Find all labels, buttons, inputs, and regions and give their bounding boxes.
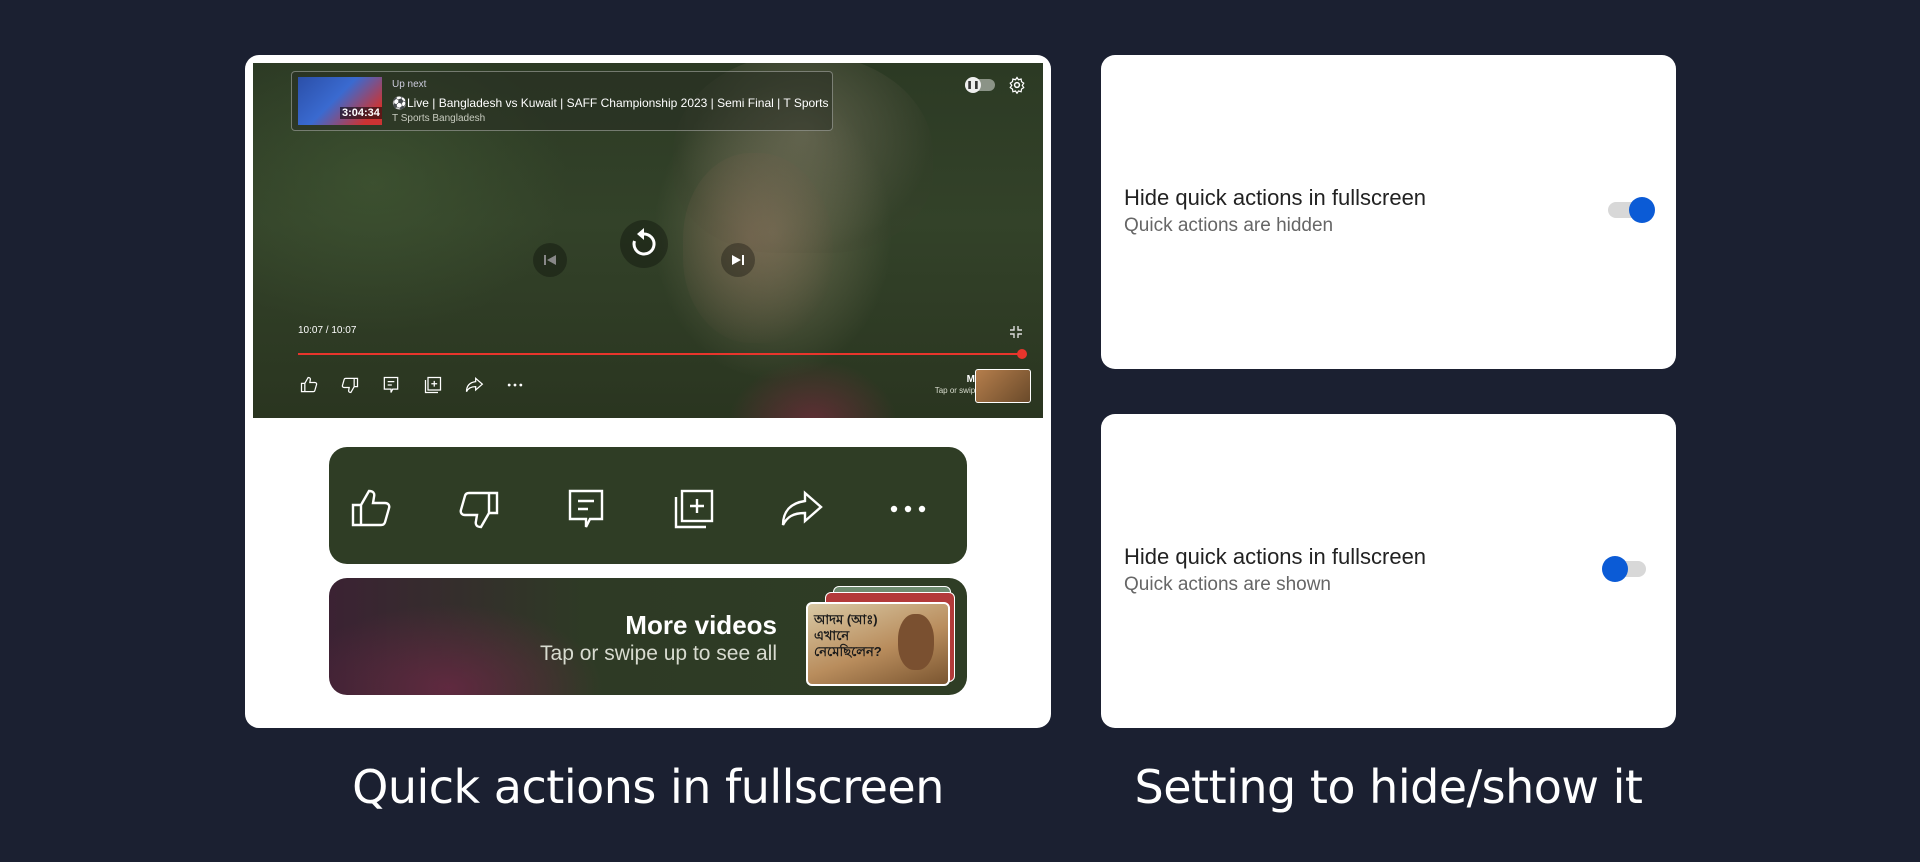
quick-actions-preview-card: 3:04:34 Up next ⚽Live | Bangladesh vs Ku… (245, 55, 1051, 728)
like-icon[interactable] (347, 485, 395, 533)
progress-scrubber[interactable] (1017, 349, 1027, 359)
more-options-icon[interactable] (884, 485, 932, 533)
setting-title: Hide quick actions in fullscreen (1124, 544, 1427, 569)
hide-quick-actions-toggle[interactable] (1608, 197, 1655, 223)
autoplay-toggle[interactable]: ❚❚ (965, 77, 995, 93)
setting-subtitle: Quick actions are shown (1124, 574, 1331, 595)
save-to-playlist-icon[interactable] (670, 485, 718, 533)
caption-right: Setting to hide/show it (1134, 760, 1643, 814)
up-next-label: Up next (392, 79, 427, 90)
toggle-knob (1602, 556, 1628, 582)
skip-next-icon (732, 255, 744, 265)
progress-bar[interactable] (298, 349, 1027, 359)
up-next-duration: 3:04:34 (340, 107, 382, 119)
setting-card-shown: Hide quick actions in fullscreen Quick a… (1101, 414, 1676, 728)
like-icon[interactable] (299, 375, 319, 395)
thumbnail-text: আদম (আঃ) এখানে নেমেছিলেন? (814, 612, 882, 659)
up-next-channel: T Sports Bangladesh (392, 113, 486, 124)
gear-icon[interactable] (1008, 76, 1026, 94)
share-icon[interactable] (464, 375, 484, 395)
comments-icon[interactable] (381, 375, 401, 395)
up-next-title: ⚽Live | Bangladesh vs Kuwait | SAFF Cham… (392, 96, 829, 110)
caption-left: Quick actions in fullscreen (352, 760, 944, 814)
video-frame-face (683, 153, 833, 343)
more-videos-bar[interactable]: More videos Tap or swipe up to see all আ… (329, 578, 967, 695)
next-button[interactable] (721, 243, 755, 277)
skip-previous-icon (544, 255, 556, 265)
comments-icon[interactable] (562, 485, 610, 533)
hide-quick-actions-toggle[interactable] (1602, 556, 1646, 582)
more-options-icon[interactable] (505, 375, 525, 395)
share-icon[interactable] (777, 485, 825, 533)
replay-button[interactable] (620, 220, 668, 268)
video-player[interactable]: 3:04:34 Up next ⚽Live | Bangladesh vs Ku… (253, 63, 1043, 418)
toggle-knob (1629, 197, 1655, 223)
more-videos-subtitle: Tap or swipe up to see all (540, 642, 777, 665)
thumbnail-person (898, 614, 934, 670)
more-videos-title: More videos (625, 610, 777, 640)
setting-title: Hide quick actions in fullscreen (1124, 185, 1427, 210)
dislike-icon[interactable] (455, 485, 503, 533)
setting-subtitle: Quick actions are hidden (1124, 215, 1334, 236)
more-videos-thumbnail[interactable]: আদম (আঃ) এখানে নেমেছিলেন? (806, 602, 950, 686)
time-readout: 10:07 / 10:07 (298, 325, 357, 336)
dislike-icon[interactable] (340, 375, 360, 395)
previous-button[interactable] (533, 243, 567, 277)
up-next-card[interactable]: 3:04:34 Up next ⚽Live | Bangladesh vs Ku… (291, 71, 833, 131)
exit-fullscreen-icon[interactable] (1009, 325, 1023, 339)
setting-card-hidden: Hide quick actions in fullscreen Quick a… (1101, 55, 1676, 369)
up-next-thumbnail: 3:04:34 (298, 77, 382, 125)
quick-actions-bar (329, 447, 967, 564)
pause-icon: ❚❚ (965, 77, 981, 93)
replay-icon (632, 228, 656, 256)
more-videos-thumbnail[interactable] (975, 369, 1031, 403)
save-to-playlist-icon[interactable] (423, 375, 443, 395)
